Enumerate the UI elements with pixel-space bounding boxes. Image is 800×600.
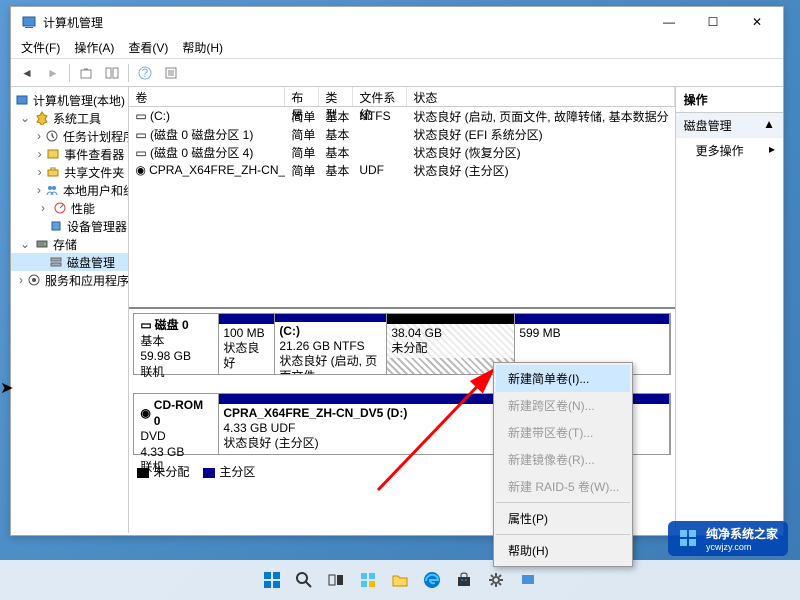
menu-new-mirror-volume: 新建镜像卷(R)... [496, 446, 630, 473]
settings-icon[interactable] [483, 567, 509, 593]
app-icon[interactable] [515, 567, 541, 593]
toolbar: ◄ ► ? [11, 59, 783, 87]
tree-users[interactable]: ›本地用户和组 [11, 181, 128, 199]
col-layout[interactable]: 布局 [285, 87, 319, 106]
watermark-icon [678, 528, 700, 550]
menu-properties[interactable]: 属性(P) [496, 505, 630, 532]
tree-perf[interactable]: ›性能 [11, 199, 128, 217]
search-icon[interactable] [291, 567, 317, 593]
edge-icon[interactable] [419, 567, 445, 593]
app-icon [21, 14, 37, 30]
menubar: 文件(F) 操作(A) 查看(V) 帮助(H) [11, 37, 783, 59]
tree-panel[interactable]: 计算机管理(本地) ⌄系统工具 ›任务计划程序 ›事件查看器 ›共享文件夹 ›本… [11, 87, 129, 533]
tree-storage[interactable]: ⌄存储 [11, 235, 128, 253]
mouse-cursor: ➤ [0, 378, 13, 398]
minimize-button[interactable]: — [647, 8, 691, 36]
menu-new-striped-volume: 新建带区卷(T)... [496, 419, 630, 446]
partition-c[interactable]: (C:)21.26 GB NTFS状态良好 (启动, 页面文件 [275, 314, 387, 374]
start-button[interactable] [259, 567, 285, 593]
window-title: 计算机管理 [43, 14, 647, 31]
col-fs[interactable]: 文件系统 [353, 87, 407, 106]
volume-row[interactable]: ◉ CPRA_X64FRE_ZH-CN_DV5 (D:)简单基本UDF状态良好 … [129, 161, 674, 179]
volume-header[interactable]: 卷 布局 类型 文件系统 状态 [129, 87, 674, 107]
back-button[interactable]: ◄ [15, 61, 39, 85]
actions-more[interactable]: 更多操作▸ [676, 138, 783, 163]
disc-icon: ◉ [135, 163, 145, 177]
col-type[interactable]: 类型 [319, 87, 353, 106]
disk-icon: ▭ [140, 318, 151, 334]
forward-button[interactable]: ► [41, 61, 65, 85]
titlebar[interactable]: 计算机管理 — ☐ ✕ [11, 7, 783, 37]
menu-view[interactable]: 查看(V) [128, 39, 168, 56]
actions-group[interactable]: 磁盘管理▲ [676, 113, 783, 138]
taskview-icon[interactable] [323, 567, 349, 593]
refresh-button[interactable] [100, 61, 124, 85]
store-icon[interactable] [451, 567, 477, 593]
volume-row[interactable]: ▭ (磁盘 0 磁盘分区 1)简单基本状态良好 (EFI 系统分区) [129, 125, 674, 143]
taskbar[interactable] [0, 560, 800, 600]
tree-eventvwr[interactable]: ›事件查看器 [11, 145, 128, 163]
tree-devmgr[interactable]: 设备管理器 [11, 217, 128, 235]
drive-icon: ▭ [135, 146, 146, 160]
volume-list[interactable]: ▭ (C:)简单基本NTFS状态良好 (启动, 页面文件, 故障转储, 基本数据… [129, 107, 674, 307]
cdrom-info[interactable]: ◉CD-ROM 0 DVD 4.33 GB 联机 [134, 394, 219, 454]
properties-button[interactable] [159, 61, 183, 85]
disc-icon: ◉ [140, 406, 150, 422]
drive-icon: ▭ [135, 109, 146, 123]
menu-help[interactable]: 帮助(H) [182, 39, 223, 56]
drive-icon: ▭ [135, 128, 146, 142]
up-button[interactable] [74, 61, 98, 85]
actions-header: 操作 [676, 87, 783, 113]
computer-management-window: 计算机管理 — ☐ ✕ 文件(F) 操作(A) 查看(V) 帮助(H) ◄ ► … [10, 6, 784, 536]
close-button[interactable]: ✕ [735, 8, 779, 36]
explorer-icon[interactable] [387, 567, 413, 593]
maximize-button[interactable]: ☐ [691, 8, 735, 36]
tree-systools[interactable]: ⌄系统工具 [11, 109, 128, 127]
svg-text:?: ? [142, 66, 149, 80]
watermark: 纯净系统之家ycwjzy.com [668, 521, 788, 556]
menu-new-raid5-volume: 新建 RAID-5 卷(W)... [496, 473, 630, 500]
menu-action[interactable]: 操作(A) [74, 39, 114, 56]
context-menu: 新建简单卷(I)... 新建跨区卷(N)... 新建带区卷(T)... 新建镜像… [493, 362, 633, 567]
tree-services[interactable]: ›服务和应用程序 [11, 271, 128, 289]
col-status[interactable]: 状态 [407, 87, 674, 106]
menu-new-spanned-volume: 新建跨区卷(N)... [496, 392, 630, 419]
volume-row[interactable]: ▭ (C:)简单基本NTFS状态良好 (启动, 页面文件, 故障转储, 基本数据… [129, 107, 674, 125]
tree-root[interactable]: 计算机管理(本地) [11, 91, 128, 109]
tree-diskmgmt[interactable]: 磁盘管理 [11, 253, 128, 271]
tree-scheduler[interactable]: ›任务计划程序 [11, 127, 128, 145]
col-volume[interactable]: 卷 [129, 87, 285, 106]
tree-shared[interactable]: ›共享文件夹 [11, 163, 128, 181]
volume-row[interactable]: ▭ (磁盘 0 磁盘分区 4)简单基本状态良好 (恢复分区) [129, 143, 674, 161]
actions-panel: 操作 磁盘管理▲ 更多操作▸ [676, 87, 783, 533]
partition-efi[interactable]: 100 MB状态良好 [219, 314, 275, 374]
menu-file[interactable]: 文件(F) [21, 39, 60, 56]
widgets-icon[interactable] [355, 567, 381, 593]
menu-help[interactable]: 帮助(H) [496, 537, 630, 564]
disk0-info[interactable]: ▭磁盘 0 基本 59.98 GB 联机 [134, 314, 219, 374]
menu-new-simple-volume[interactable]: 新建简单卷(I)... [496, 365, 630, 392]
help-button[interactable]: ? [133, 61, 157, 85]
